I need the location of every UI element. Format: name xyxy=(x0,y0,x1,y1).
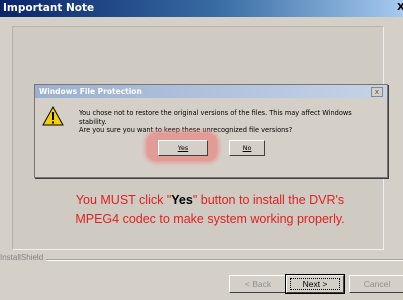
footer-divider xyxy=(46,259,403,261)
note-yes-word: Yes xyxy=(171,193,193,207)
dialog-title: Windows File Protection xyxy=(39,87,142,96)
window-close-icon[interactable]: X xyxy=(397,2,403,13)
dialog-close-icon[interactable]: x xyxy=(371,87,383,97)
windows-file-protection-dialog: Windows File Protection x You chose not … xyxy=(34,84,388,178)
installshield-brand: InstallShield xyxy=(0,253,44,262)
no-button[interactable]: No xyxy=(229,140,265,156)
note-line1: You MUST click "Yes" button to install t… xyxy=(40,191,380,210)
yes-button-label: Yes xyxy=(177,144,189,152)
note-part2: " button to install the DVR's xyxy=(192,193,345,207)
window-titlebar: Important Note X xyxy=(0,0,403,17)
next-button-label: Next > xyxy=(290,278,340,290)
note-part1: You MUST click " xyxy=(75,193,172,207)
note-line2: MPEG4 codec to make system working prope… xyxy=(75,212,345,226)
dialog-message: You chose not to restore the original ve… xyxy=(79,109,379,135)
yes-button[interactable]: Yes xyxy=(158,140,208,156)
no-button-label: No xyxy=(242,144,252,152)
warning-icon xyxy=(42,106,64,126)
dialog-message-line2: Are you sure you want to keep these unre… xyxy=(79,126,293,134)
install-instruction-note: You MUST click "Yes" button to install t… xyxy=(40,191,380,229)
cancel-button[interactable]: Cancel xyxy=(349,275,403,293)
back-button[interactable]: < Back xyxy=(229,275,287,293)
dialog-titlebar: Windows File Protection xyxy=(35,85,387,98)
next-button[interactable]: Next > xyxy=(285,274,345,294)
dialog-message-line1: You chose not to restore the original ve… xyxy=(79,109,352,126)
window-title: Important Note xyxy=(3,2,95,14)
